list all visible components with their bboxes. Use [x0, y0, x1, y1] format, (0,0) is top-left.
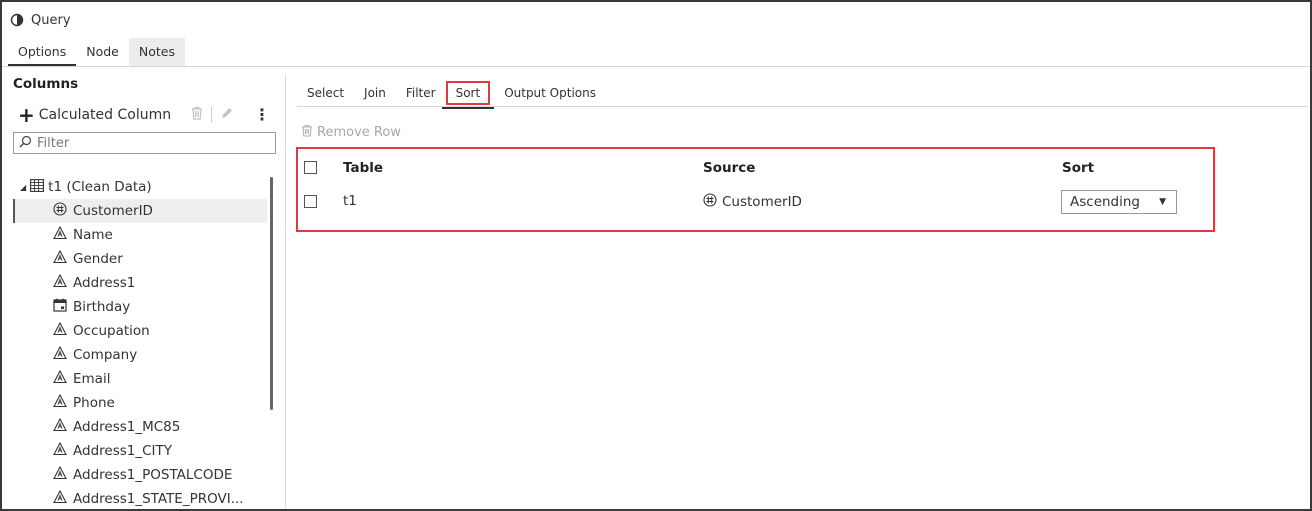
title-bar: Query — [10, 11, 71, 29]
tree-root-t1[interactable]: ◢ t1 (Clean Data) — [20, 176, 152, 198]
character-icon — [53, 273, 67, 292]
tab-sort[interactable]: Sort — [441, 81, 494, 109]
search-icon — [19, 135, 32, 152]
filter-input[interactable] — [37, 135, 257, 151]
header-source: Source — [703, 160, 756, 176]
column-label: Address1_POSTALCODE — [73, 467, 233, 483]
column-label: Email — [73, 371, 111, 387]
tree-scrollbar[interactable] — [270, 177, 273, 410]
sort-order-value: Ascending — [1070, 194, 1140, 210]
column-label: Company — [73, 347, 138, 363]
query-node-icon — [10, 13, 24, 27]
column-label: Address1_CITY — [73, 443, 173, 459]
header-table: Table — [343, 160, 384, 176]
character-icon — [53, 489, 67, 508]
source-column-label: CustomerID — [722, 194, 802, 210]
delete-icon — [301, 124, 313, 141]
sort-table: Table Source Sort t1 CustomerID Ascendin… — [296, 147, 1215, 232]
numeric-icon — [53, 202, 67, 220]
column-item[interactable]: Address1_POSTALCODE — [13, 463, 267, 487]
panel-divider[interactable] — [285, 74, 286, 509]
top-tab-bar: Options Node Notes — [8, 38, 185, 66]
tab-filter[interactable]: Filter — [396, 81, 446, 105]
column-item[interactable]: Gender — [13, 247, 267, 271]
tab-join[interactable]: Join — [354, 81, 396, 105]
row-source-cell: CustomerID — [703, 193, 802, 211]
tab-output-options[interactable]: Output Options — [494, 81, 606, 105]
column-item[interactable]: Birthday — [13, 295, 267, 319]
sort-order-select[interactable]: Ascending ▼ — [1061, 190, 1177, 214]
character-icon — [53, 249, 67, 268]
table-icon — [30, 178, 45, 196]
remove-row-label: Remove Row — [317, 125, 401, 140]
character-icon — [53, 369, 67, 388]
column-item[interactable]: Phone — [13, 391, 267, 415]
sub-tab-divider — [297, 106, 1308, 107]
column-label: Birthday — [73, 299, 131, 315]
remove-row-button[interactable]: Remove Row — [301, 124, 401, 141]
tab-options[interactable]: Options — [8, 38, 77, 66]
collapse-triangle-icon[interactable]: ◢ — [20, 183, 26, 192]
window-title: Query — [31, 12, 71, 28]
column-item[interactable]: Email — [13, 367, 267, 391]
columns-toolbar: + Calculated Column ⋮ — [18, 105, 276, 125]
row-table-cell: t1 — [343, 193, 357, 209]
calculated-column-label: Calculated Column — [38, 107, 172, 123]
character-icon — [53, 345, 67, 364]
filter-field[interactable] — [13, 132, 276, 154]
character-icon — [53, 465, 67, 484]
query-sub-tab-bar: Select Join Filter Sort Output Options — [297, 79, 606, 109]
character-icon — [53, 417, 67, 436]
column-item[interactable]: CustomerID — [13, 199, 267, 223]
toolbar-separator — [211, 107, 213, 123]
dropdown-caret-icon: ▼ — [1159, 197, 1166, 207]
calculated-column-button[interactable]: + Calculated Column — [18, 103, 172, 127]
tree-root-label: t1 (Clean Data) — [48, 179, 152, 195]
column-label: Gender — [73, 251, 123, 267]
character-icon — [53, 393, 67, 412]
column-item[interactable]: Address1_MC85 — [13, 415, 267, 439]
more-options-icon[interactable]: ⋮ — [254, 107, 270, 123]
column-item[interactable]: Occupation — [13, 319, 267, 343]
plus-icon: + — [18, 103, 35, 127]
column-item[interactable]: Name — [13, 223, 267, 247]
character-icon — [53, 321, 67, 340]
columns-panel: Columns + Calculated Column ⋮ ◢ — [2, 67, 285, 509]
column-label: Name — [73, 227, 113, 243]
column-item[interactable]: Company — [13, 343, 267, 367]
tab-select[interactable]: Select — [297, 81, 354, 105]
select-all-checkbox[interactable] — [304, 161, 317, 174]
column-label: Phone — [73, 395, 115, 411]
columns-title: Columns — [13, 76, 79, 92]
column-label: CustomerID — [73, 203, 153, 219]
column-label: Address1 — [73, 275, 136, 291]
column-item[interactable]: Address1_CITY — [13, 439, 267, 463]
column-label: Address1_MC85 — [73, 419, 181, 435]
tab-notes[interactable]: Notes — [128, 38, 185, 66]
character-icon — [53, 441, 67, 460]
column-item[interactable]: Address1_STATE_PROVI... — [13, 487, 267, 511]
character-icon — [53, 225, 67, 244]
edit-icon[interactable] — [220, 106, 234, 124]
header-sort: Sort — [1062, 160, 1095, 176]
column-label: Occupation — [73, 323, 150, 339]
tab-node[interactable]: Node — [76, 38, 129, 66]
numeric-icon — [703, 193, 717, 211]
column-label: Address1_STATE_PROVI... — [73, 491, 244, 507]
delete-icon[interactable] — [191, 106, 203, 124]
toolbar-icons — [191, 106, 234, 124]
row-checkbox[interactable] — [304, 195, 317, 208]
calendar-icon — [53, 298, 67, 316]
column-item[interactable]: Address1 — [13, 271, 267, 295]
